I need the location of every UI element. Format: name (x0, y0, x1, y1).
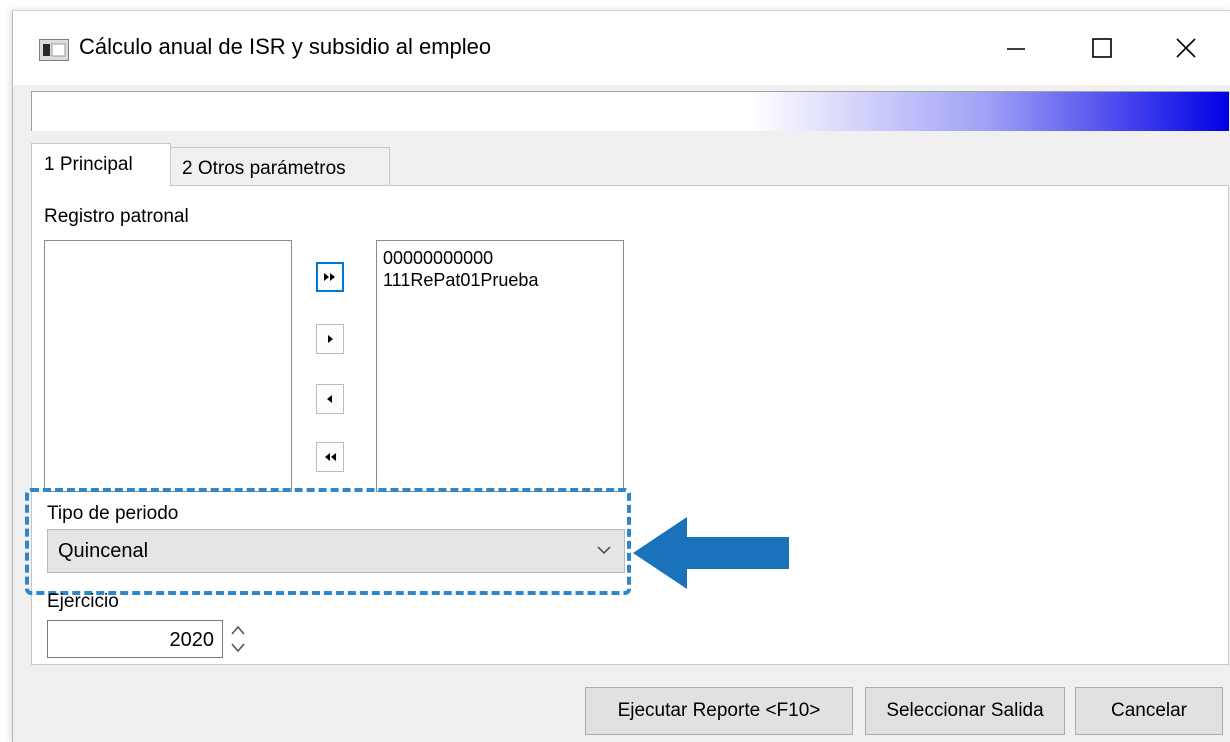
maximize-icon (1092, 38, 1112, 58)
report-dialog: Cálculo anual de ISR y subsidio al emple… (12, 10, 1230, 742)
registro-patronal-label: Registro patronal (44, 206, 189, 227)
run-report-button[interactable]: Ejecutar Reporte <F10> (585, 687, 853, 735)
tipo-periodo-select[interactable]: Quincenal (47, 529, 625, 573)
spin-down-icon[interactable] (231, 643, 245, 653)
move-all-left-button[interactable] (316, 442, 344, 472)
spinner-buttons[interactable] (227, 620, 249, 658)
move-all-right-button[interactable] (316, 262, 344, 292)
select-output-button[interactable]: Seleccionar Salida (865, 687, 1065, 735)
available-list[interactable] (44, 240, 292, 492)
window-app-icon (39, 39, 69, 61)
progress-bar (31, 91, 1229, 131)
ejercicio-input[interactable]: 2020 (47, 620, 223, 658)
tab-principal[interactable]: 1 Principal (31, 143, 171, 187)
move-all-left-icon (325, 453, 336, 461)
chevron-down-icon (597, 546, 611, 555)
tab-otros-parametros[interactable]: 2 Otros parámetros (170, 147, 390, 185)
list-item[interactable]: 00000000000 (377, 247, 623, 269)
tipo-periodo-label: Tipo de periodo (47, 503, 179, 524)
annotation-arrow-icon (633, 517, 789, 589)
ejercicio-value: 2020 (169, 629, 215, 651)
maximize-button[interactable] (1057, 11, 1147, 85)
tab-label: 2 Otros parámetros (182, 158, 346, 179)
move-left-button[interactable] (316, 384, 344, 414)
window-title: Cálculo anual de ISR y subsidio al emple… (79, 34, 492, 59)
tab-panel-principal: Registro patronal 00000000000 111RePat01… (31, 185, 1229, 665)
move-right-button[interactable] (316, 324, 344, 354)
close-icon (1176, 38, 1196, 58)
title-bar: Cálculo anual de ISR y subsidio al emple… (13, 11, 1230, 85)
ejercicio-label: Ejercicio (47, 591, 119, 612)
minimize-button[interactable] (971, 11, 1061, 85)
spin-up-icon[interactable] (231, 625, 245, 635)
cancel-button[interactable]: Cancelar (1075, 687, 1223, 735)
tab-label: 1 Principal (44, 154, 133, 175)
selected-list[interactable]: 00000000000 111RePat01Prueba (376, 240, 624, 492)
move-left-icon (327, 395, 332, 403)
move-all-right-icon (324, 273, 335, 281)
list-item[interactable]: 111RePat01Prueba (377, 269, 623, 291)
move-right-icon (328, 335, 333, 343)
tipo-periodo-value: Quincenal (58, 540, 149, 562)
close-button[interactable] (1141, 11, 1230, 85)
minimize-icon (1007, 48, 1025, 50)
